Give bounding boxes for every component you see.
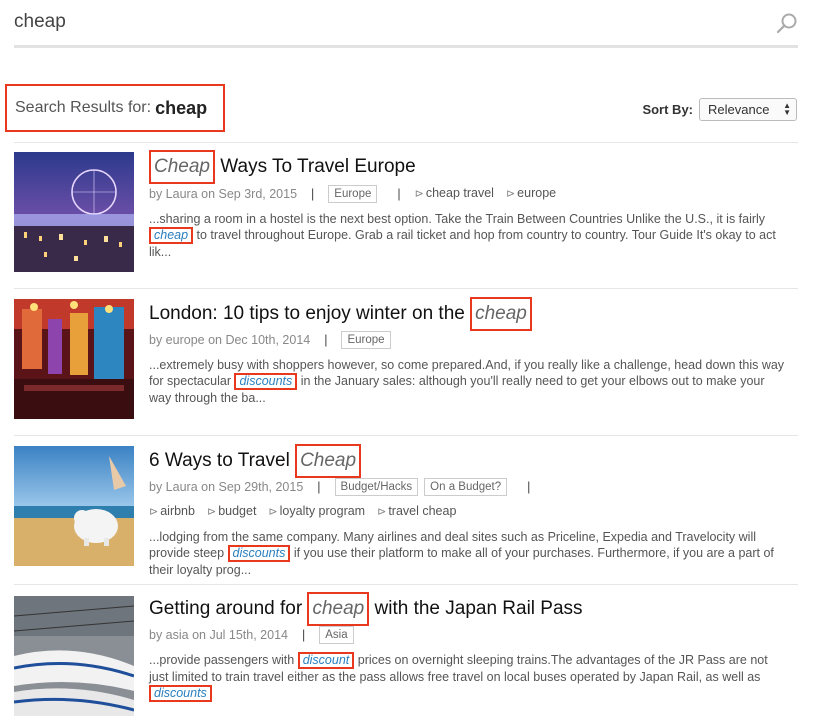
result-title[interactable]: Cheap Ways To Travel Europe xyxy=(149,150,789,184)
result-excerpt: ...sharing a room in a hostel is the nex… xyxy=(149,211,789,260)
result-excerpt: ...provide passengers with discount pric… xyxy=(149,652,789,702)
search-bar xyxy=(14,0,798,48)
meta-separator: | xyxy=(317,480,321,494)
divider xyxy=(14,288,798,289)
result-title-prefix: London: 10 tips to enjoy winter on the xyxy=(149,303,471,324)
result-title-suffix: Ways To Travel Europe xyxy=(215,156,416,177)
result-thumbnail-piggy-bank[interactable] xyxy=(14,446,134,566)
highlighted-term: discount xyxy=(297,652,355,669)
result-thumbnail-bullet-train[interactable] xyxy=(14,596,134,716)
sort-control: Sort By: Relevance ▲ ▼ xyxy=(642,98,797,121)
divider xyxy=(14,435,798,436)
result-excerpt: ...extremely busy with shoppers however,… xyxy=(149,357,789,406)
result-tags: airbnb budget loyalty program travel che… xyxy=(149,500,789,523)
result-thumbnail-london-eye[interactable] xyxy=(14,152,134,272)
result-title[interactable]: London: 10 tips to enjoy winter on the c… xyxy=(149,297,789,331)
tag-link[interactable]: budget xyxy=(207,500,256,523)
result-meta: by Laura on Sep 3rd, 2015 | Europe | che… xyxy=(149,182,789,205)
tag-link[interactable]: airbnb xyxy=(149,500,195,523)
search-input[interactable] xyxy=(14,8,754,36)
divider xyxy=(14,584,798,585)
search-icon[interactable] xyxy=(776,12,798,34)
highlighted-term: discounts xyxy=(234,373,298,390)
meta-separator: | xyxy=(311,186,315,201)
meta-separator: | xyxy=(527,480,531,494)
result-title-suffix: with the Japan Rail Pass xyxy=(369,598,583,619)
result-body: London: 10 tips to enjoy winter on the c… xyxy=(149,297,789,406)
result-title[interactable]: 6 Ways to Travel Cheap xyxy=(149,444,789,478)
result-body: Cheap Ways To Travel Europe by Laura on … xyxy=(149,150,789,260)
highlighted-term: cheap xyxy=(470,297,532,331)
highlighted-term: cheap xyxy=(307,592,370,626)
highlighted-term: discounts xyxy=(227,545,291,562)
result-meta: by Laura on Sep 29th, 2015 | Budget/Hack… xyxy=(149,476,789,498)
result-author-date: by Laura on Sep 29th, 2015 xyxy=(149,480,304,494)
tag-link[interactable]: loyalty program xyxy=(268,500,365,523)
result-author-date: by Laura on Sep 3rd, 2015 xyxy=(149,186,298,201)
tag-link[interactable]: europe xyxy=(506,182,556,205)
excerpt-text: to travel throughout Europe. Grab a rail… xyxy=(149,228,776,259)
meta-separator: | xyxy=(302,628,306,642)
divider xyxy=(14,142,798,143)
result-body: Getting around for cheap with the Japan … xyxy=(149,592,789,702)
sort-label: Sort By: xyxy=(642,102,693,117)
sort-selected-value: Relevance xyxy=(708,102,770,117)
result-title[interactable]: Getting around for cheap with the Japan … xyxy=(149,592,789,626)
excerpt-text: ...sharing a room in a hostel is the nex… xyxy=(149,212,766,226)
results-header: Search Results for: cheap xyxy=(5,84,225,132)
select-arrows-icon: ▲ ▼ xyxy=(783,101,791,117)
result-excerpt: ...lodging from the same company. Many a… xyxy=(149,529,789,578)
tag-link[interactable]: travel cheap xyxy=(377,500,456,523)
result-body: 6 Ways to Travel Cheap by Laura on Sep 2… xyxy=(149,444,789,578)
highlighted-term: cheap xyxy=(149,227,194,244)
result-meta: by europe on Dec 10th, 2014 | Europe xyxy=(149,329,789,351)
tag-link[interactable]: cheap travel xyxy=(415,182,494,205)
category-badge[interactable]: Europe xyxy=(328,184,378,203)
category-badge[interactable]: On a Budget? xyxy=(424,478,508,496)
highlighted-term: Cheap xyxy=(149,150,215,184)
results-label: Search Results for: xyxy=(15,99,152,116)
excerpt-text: ...provide passengers with xyxy=(149,653,298,667)
result-author-date: by europe on Dec 10th, 2014 xyxy=(149,333,311,347)
result-author-date: by asia on Jul 15th, 2014 xyxy=(149,628,288,642)
result-thumbnail-london-shop[interactable] xyxy=(14,299,134,419)
results-query: cheap xyxy=(155,97,208,118)
highlighted-term: Cheap xyxy=(295,444,362,478)
meta-separator: | xyxy=(324,333,328,347)
result-title-prefix: Getting around for xyxy=(149,598,308,619)
category-badge[interactable]: Asia xyxy=(319,626,354,644)
category-badge[interactable]: Europe xyxy=(341,331,391,349)
sort-select[interactable]: Relevance ▲ ▼ xyxy=(699,98,797,121)
category-badge[interactable]: Budget/Hacks xyxy=(334,478,419,496)
highlighted-term: discounts xyxy=(149,685,212,702)
meta-separator: | xyxy=(397,186,401,201)
result-meta: by asia on Jul 15th, 2014 | Asia xyxy=(149,624,789,646)
result-title-prefix: 6 Ways to Travel xyxy=(149,450,296,471)
